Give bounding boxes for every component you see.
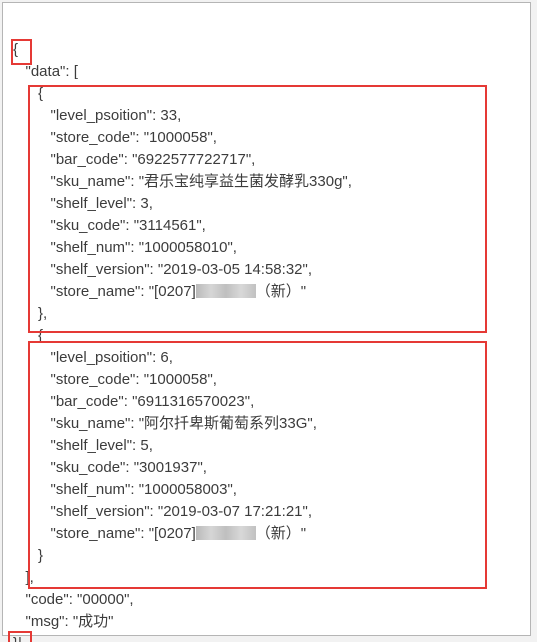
highlight-box-object-2 [28,341,487,589]
json-key: "code" [26,591,69,608]
highlight-box-object-1 [28,85,487,333]
json-string: "成功" [73,613,114,630]
json-key: "data" [26,63,66,80]
editor-panel: { "data": [ { "level_psoition": 33, "sto… [2,2,531,636]
json-string: "00000" [77,591,129,608]
highlight-box-close-brace [8,631,32,642]
highlight-box-open-brace [11,39,32,65]
json-key: "msg" [26,613,65,630]
bracket-open: [ [74,63,78,80]
